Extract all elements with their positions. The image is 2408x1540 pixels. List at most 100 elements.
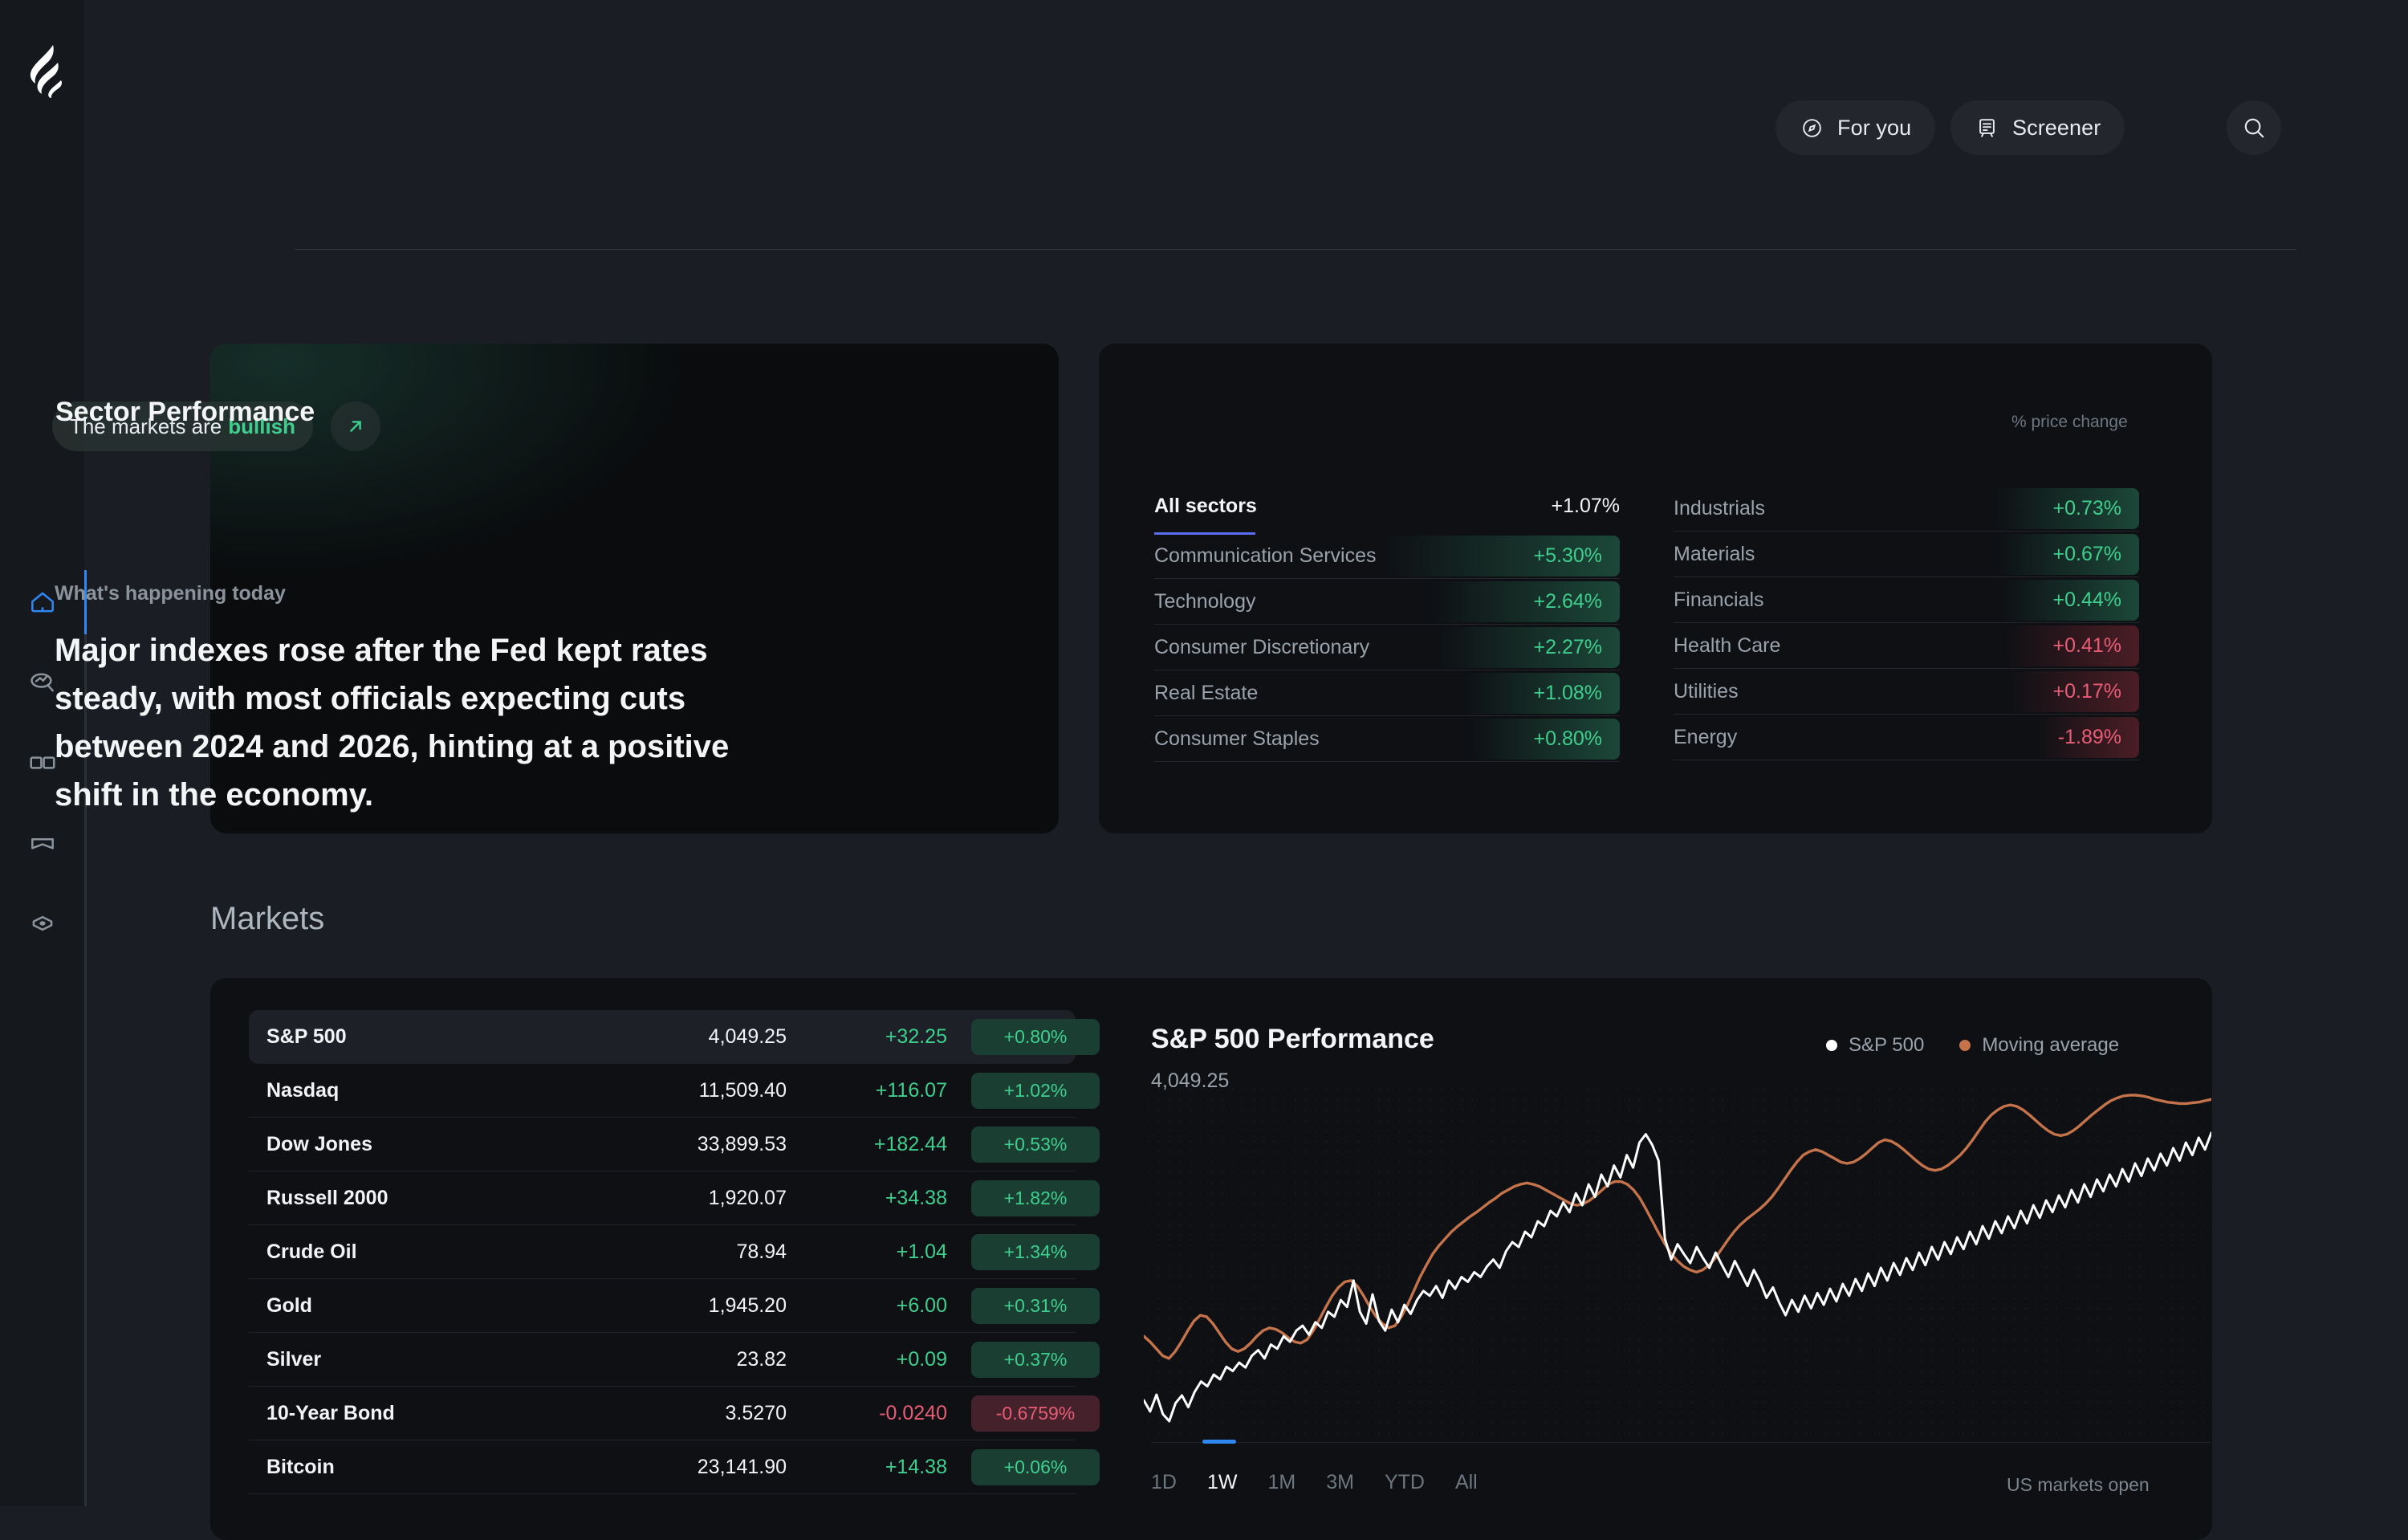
sentiment-detail-button[interactable] [331, 401, 380, 451]
range-tab-1m[interactable]: 1M [1267, 1471, 1296, 1494]
sector-value: +1.08% [1533, 682, 1603, 704]
sector-name: Technology [1154, 589, 1256, 613]
table-row[interactable]: 10-Year Bond 3.5270 -0.0240 -0.6759% [249, 1387, 1100, 1440]
sector-value: +0.67% [2052, 543, 2122, 565]
market-status-label: US markets open [2007, 1474, 2150, 1495]
range-active-underline [1202, 1440, 1236, 1444]
market-price: 23,141.90 [697, 1455, 787, 1478]
legend-item-sp500: S&P 500 [1826, 1034, 1924, 1057]
sector-name: Health Care [1674, 634, 1781, 657]
market-name: 10-Year Bond [266, 1401, 395, 1424]
market-name: Russell 2000 [266, 1186, 388, 1209]
market-price: 4,049.25 [708, 1025, 787, 1048]
table-row[interactable]: Crude Oil 78.94 +1.04 +1.34% [249, 1225, 1100, 1279]
market-change: +0.09 [896, 1347, 947, 1371]
market-change: +6.00 [896, 1294, 947, 1317]
sector-row[interactable]: Materials +0.67% [1674, 532, 2139, 577]
chart-title: S&P 500 Performance [1151, 1024, 1434, 1054]
sector-name: Communication Services [1154, 544, 1377, 567]
market-percent-badge: +0.31% [971, 1288, 1100, 1324]
market-change: +182.44 [873, 1132, 947, 1155]
sector-row[interactable]: Real Estate +1.08% [1154, 670, 1620, 716]
table-row[interactable]: Gold 1,945.20 +6.00 +0.31% [249, 1279, 1100, 1333]
market-percent-badge: +0.80% [971, 1019, 1100, 1055]
sector-value: +0.44% [2052, 589, 2122, 611]
market-name: Bitcoin [266, 1455, 335, 1478]
legend-dot-sp500 [1826, 1040, 1837, 1051]
market-percent-badge: +0.53% [971, 1126, 1100, 1163]
sector-name: Financials [1674, 588, 1764, 611]
sector-row[interactable]: Health Care +0.41% [1674, 623, 2139, 669]
table-row[interactable]: Silver 23.82 +0.09 +0.37% [249, 1333, 1100, 1387]
sector-all-value: +1.07% [1551, 495, 1621, 517]
market-percent-badge: -0.6759% [971, 1395, 1100, 1432]
chart-plot-area [1144, 1084, 2211, 1437]
market-name: Crude Oil [266, 1240, 357, 1263]
market-percent-badge: +0.37% [971, 1342, 1100, 1378]
range-tab-all[interactable]: All [1455, 1471, 1478, 1494]
sidebar-item-watchlist[interactable] [16, 897, 69, 950]
sidebar-item-saved[interactable] [16, 817, 69, 870]
sector-all-label: All sectors [1154, 495, 1257, 517]
market-price: 33,899.53 [697, 1132, 787, 1155]
sector-row[interactable]: Communication Services +5.30% [1154, 533, 1620, 579]
table-row[interactable]: S&P 500 4,049.25 +32.25 +0.80% [249, 1010, 1100, 1064]
market-name: S&P 500 [266, 1025, 347, 1048]
chart-lines [1144, 1094, 2211, 1423]
range-tab-1w[interactable]: 1W [1207, 1471, 1238, 1494]
sector-row[interactable]: Financials +0.44% [1674, 577, 2139, 623]
table-row[interactable]: Dow Jones 33,899.53 +182.44 +0.53% [249, 1118, 1100, 1171]
markets-section-title: Markets [210, 901, 325, 936]
market-price: 3.5270 [725, 1401, 787, 1424]
table-row[interactable]: Nasdaq 11,509.40 +116.07 +1.02% [249, 1064, 1100, 1118]
range-tab-ytd[interactable]: YTD [1385, 1471, 1425, 1494]
sector-row[interactable]: Energy -1.89% [1674, 715, 2139, 760]
market-price: 1,945.20 [708, 1294, 787, 1317]
market-change: -0.0240 [879, 1401, 947, 1424]
sector-name: Consumer Staples [1154, 727, 1320, 750]
tab-screener[interactable]: Screener [1950, 100, 2125, 155]
sector-name: Energy [1674, 725, 1738, 748]
sector-panel-subtitle: % price change [2011, 413, 2128, 431]
sector-row[interactable]: Technology +2.64% [1154, 579, 1620, 625]
market-name: Dow Jones [266, 1132, 372, 1155]
sector-row[interactable]: Consumer Discretionary +2.27% [1154, 625, 1620, 670]
market-change: +1.04 [896, 1240, 947, 1263]
market-percent-badge: +0.06% [971, 1449, 1100, 1485]
chart-legend: S&P 500 Moving average [1826, 1034, 2119, 1057]
sector-value: +0.17% [2052, 680, 2122, 703]
market-change: +14.38 [885, 1455, 947, 1478]
range-tab-3m[interactable]: 3M [1326, 1471, 1354, 1494]
markets-table: S&P 500 4,049.25 +32.25 +0.80% Nasdaq 11,509.… [249, 1010, 1100, 1494]
sector-list-right: Industrials +0.73% Materials +0.67% Financia… [1674, 486, 2139, 760]
sector-list-left: Communication Services +5.30% Technology +2… [1154, 533, 1620, 762]
table-row[interactable]: Bitcoin 23,141.90 +14.38 +0.06% [249, 1440, 1100, 1494]
market-price: 78.94 [736, 1240, 787, 1263]
sector-row[interactable]: Utilities +0.17% [1674, 669, 2139, 715]
sector-name: Materials [1674, 542, 1755, 565]
header-divider [295, 249, 2296, 250]
tab-for-you[interactable]: For you [1775, 100, 1936, 155]
sector-value: +2.27% [1533, 636, 1603, 658]
sector-all-row[interactable]: All sectors +1.07% [1154, 488, 1620, 530]
legend-label-moving-average: Moving average [1982, 1034, 2120, 1056]
sector-value: +5.30% [1533, 544, 1603, 567]
flame-logo[interactable] [14, 40, 71, 98]
sector-row[interactable]: Consumer Staples +0.80% [1154, 716, 1620, 762]
market-change: +116.07 [875, 1078, 947, 1102]
arrow-up-right-icon [350, 421, 361, 432]
sector-name: Utilities [1674, 679, 1739, 703]
market-name: Silver [266, 1347, 322, 1371]
market-percent-badge: +1.02% [971, 1073, 1100, 1109]
table-row[interactable]: Russell 2000 1,920.07 +34.38 +1.82% [249, 1171, 1100, 1225]
search-button[interactable] [2227, 100, 2281, 155]
range-tab-1d[interactable]: 1D [1151, 1471, 1177, 1494]
market-price: 11,509.40 [698, 1078, 787, 1102]
compass-icon [1803, 118, 1821, 137]
screener-board-icon [1979, 118, 1995, 137]
market-change: +34.38 [885, 1186, 947, 1209]
market-price: 23.82 [736, 1347, 787, 1371]
news-kicker: What's happening today [55, 582, 286, 605]
sector-row[interactable]: Industrials +0.73% [1674, 486, 2139, 532]
sector-panel-title: Sector Performance [55, 397, 315, 427]
